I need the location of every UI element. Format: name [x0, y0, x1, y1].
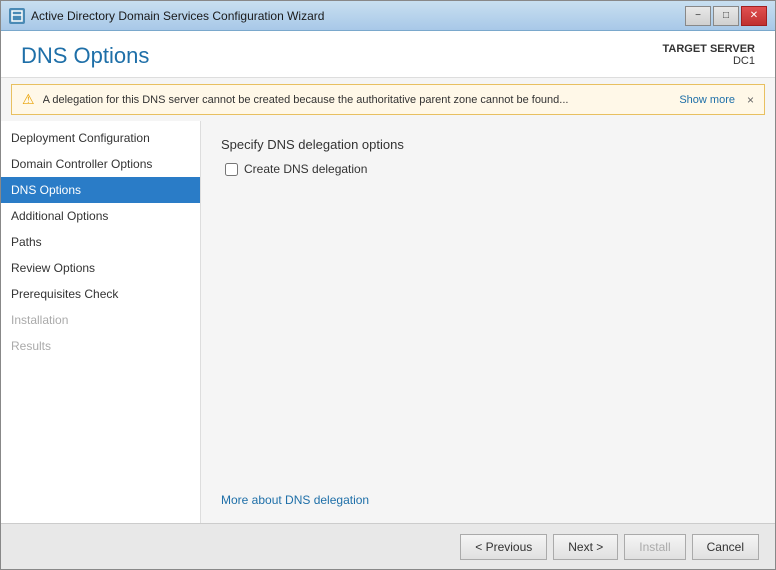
title-bar: Active Directory Domain Services Configu…	[1, 1, 775, 31]
sidebar-item-results: Results	[1, 333, 200, 359]
sidebar-item-paths[interactable]: Paths	[1, 229, 200, 255]
sidebar-item-deployment-configuration[interactable]: Deployment Configuration	[1, 125, 200, 151]
previous-button[interactable]: < Previous	[460, 534, 547, 560]
sidebar-item-prerequisites-check[interactable]: Prerequisites Check	[1, 281, 200, 307]
header-section: DNS Options TARGET SERVER DC1	[1, 31, 775, 78]
maximize-button[interactable]: □	[713, 6, 739, 26]
link-section: More about DNS delegation	[221, 493, 755, 507]
close-button[interactable]: ✕	[741, 6, 767, 26]
cancel-button[interactable]: Cancel	[692, 534, 759, 560]
sidebar-item-domain-controller-options[interactable]: Domain Controller Options	[1, 151, 200, 177]
main-window: Active Directory Domain Services Configu…	[0, 0, 776, 570]
target-server-label: TARGET SERVER	[663, 43, 756, 55]
sidebar-item-dns-options[interactable]: DNS Options	[1, 177, 200, 203]
show-more-link[interactable]: Show more	[679, 94, 735, 106]
dns-delegation-info-link[interactable]: More about DNS delegation	[221, 493, 369, 507]
app-icon	[9, 8, 25, 24]
main-content: Specify DNS delegation options Create DN…	[201, 121, 775, 523]
sidebar-item-installation: Installation	[1, 307, 200, 333]
section-title: Specify DNS delegation options	[221, 137, 755, 152]
next-button[interactable]: Next >	[553, 534, 618, 560]
warning-bar: ⚠ A delegation for this DNS server canno…	[11, 84, 765, 115]
warning-close-button[interactable]: ×	[747, 93, 754, 107]
content-area: DNS Options TARGET SERVER DC1 ⚠ A delega…	[1, 31, 775, 523]
warning-text: A delegation for this DNS server cannot …	[43, 94, 672, 106]
title-bar-controls: − □ ✕	[685, 6, 767, 26]
sidebar-item-review-options[interactable]: Review Options	[1, 255, 200, 281]
create-dns-delegation-checkbox[interactable]	[225, 163, 238, 176]
create-dns-delegation-label: Create DNS delegation	[244, 162, 367, 176]
title-bar-left: Active Directory Domain Services Configu…	[9, 8, 324, 24]
target-server-info: TARGET SERVER DC1	[663, 43, 756, 67]
minimize-button[interactable]: −	[685, 6, 711, 26]
sidebar-item-additional-options[interactable]: Additional Options	[1, 203, 200, 229]
server-name: DC1	[663, 55, 756, 67]
window-title: Active Directory Domain Services Configu…	[31, 9, 324, 23]
create-dns-delegation-row: Create DNS delegation	[225, 162, 755, 176]
warning-icon: ⚠	[22, 91, 35, 108]
footer: < Previous Next > Install Cancel	[1, 523, 775, 569]
page-title: DNS Options	[21, 43, 149, 69]
sidebar: Deployment Configuration Domain Controll…	[1, 121, 201, 523]
install-button[interactable]: Install	[624, 534, 685, 560]
main-spacer	[221, 176, 755, 485]
main-body: Deployment Configuration Domain Controll…	[1, 121, 775, 523]
